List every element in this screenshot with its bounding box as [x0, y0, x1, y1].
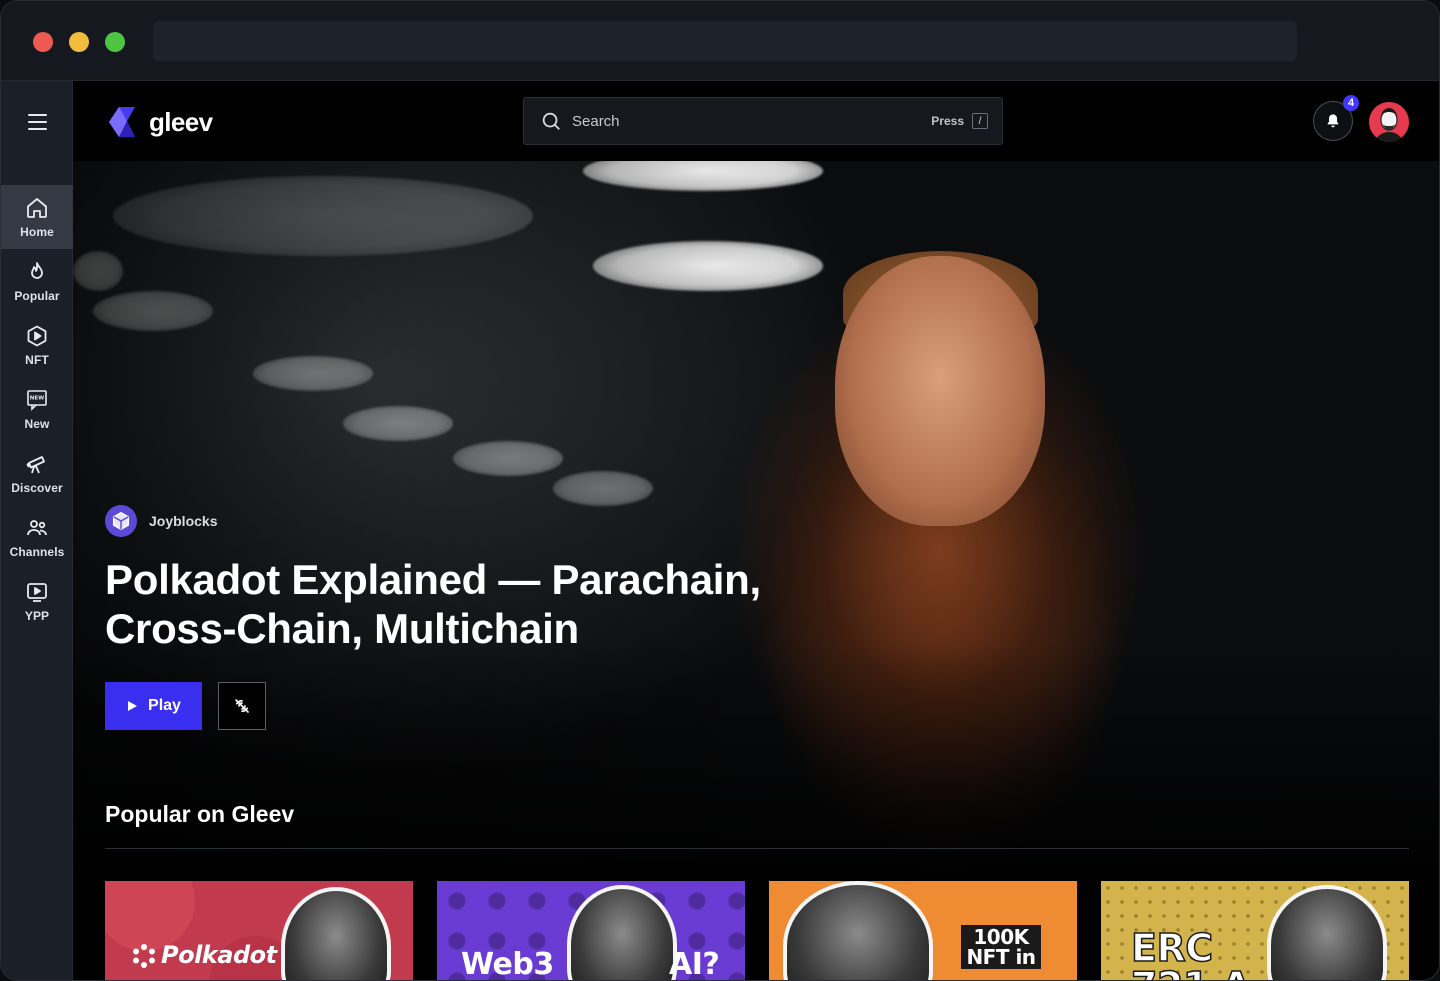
play-icon — [128, 701, 138, 711]
browser-titlebar — [1, 1, 1439, 81]
play-button[interactable]: Play — [105, 682, 202, 730]
video-play-icon — [27, 582, 47, 602]
thumbnail-text: Polkadot — [161, 941, 277, 969]
main-content: gleev Press / 4 — [73, 81, 1439, 981]
home-icon — [27, 197, 47, 218]
hamburger-menu-button[interactable] — [19, 107, 55, 137]
search-input[interactable] — [572, 112, 932, 130]
gleev-logo-icon — [109, 107, 135, 137]
sidebar-item-label: Popular — [14, 288, 60, 303]
sidebar-item-label: Discover — [11, 480, 63, 495]
channel-avatar — [105, 505, 137, 537]
svg-text:NEW: NEW — [30, 395, 44, 401]
sidebar-item-label: New — [24, 416, 50, 431]
sidebar-item-nft[interactable]: NFT — [1, 313, 73, 377]
sidebar-item-channels[interactable]: Channels — [1, 505, 73, 569]
sidebar-item-label: NFT — [25, 352, 49, 367]
search-icon — [542, 112, 560, 130]
thumbnail-text-left: Web3 — [461, 947, 554, 981]
address-bar[interactable] — [153, 21, 1297, 61]
video-thumbnail[interactable]: Web3 AI? — [437, 881, 745, 981]
thumbnail-text: ERC 721 A — [1130, 926, 1251, 980]
hero-channel[interactable]: Joyblocks — [105, 505, 217, 537]
sidebar-item-discover[interactable]: Discover — [1, 441, 73, 505]
telescope-icon — [26, 455, 45, 473]
user-avatar[interactable] — [1369, 102, 1409, 142]
section-title: Popular on Gleev — [105, 801, 295, 827]
avatar-portrait-icon — [1375, 108, 1403, 142]
sidebar-item-new[interactable]: NEW New — [1, 377, 73, 441]
gleev-logo[interactable]: gleev — [105, 105, 213, 139]
browser-window: Home Popular NFT NEW New Discover Channe… — [0, 0, 1440, 981]
video-thumbnail[interactable]: 100K NFT in — [769, 881, 1077, 980]
thumbnail-text-right: AI? — [669, 947, 720, 981]
minimize-window-button[interactable] — [69, 32, 89, 52]
play-hexagon-icon — [27, 325, 47, 346]
video-thumbnail-row: Polkadot Web3 AI? 100K NFT in ERC 721 A — [105, 881, 1409, 981]
close-window-button[interactable] — [33, 32, 53, 52]
top-header: gleev Press / 4 — [73, 81, 1439, 161]
sidebar-item-label: Channels — [9, 544, 65, 559]
hero-title: Polkadot Explained — Parachain, Cross-Ch… — [105, 556, 761, 652]
sidebar-item-ypp[interactable]: YPP — [1, 569, 73, 633]
new-badge-icon: NEW — [27, 389, 47, 411]
search-shortcut-key: / — [972, 113, 988, 129]
sidebar-item-popular[interactable]: Popular — [1, 249, 73, 313]
users-icon — [27, 519, 47, 535]
video-thumbnail[interactable]: ERC 721 A — [1101, 881, 1409, 980]
play-button-label: Play — [148, 697, 181, 714]
search-shortcut-label: Press — [931, 114, 964, 128]
cube-icon — [112, 512, 130, 530]
mute-button[interactable] — [218, 682, 266, 730]
sidebar-item-label: Home — [20, 224, 54, 239]
flame-icon — [31, 261, 43, 279]
video-thumbnail[interactable]: Polkadot — [105, 881, 413, 980]
sidebar: Home Popular NFT NEW New Discover Channe… — [1, 81, 73, 980]
search-bar[interactable]: Press / — [523, 97, 1003, 145]
sidebar-nav: Home Popular NFT NEW New Discover Channe… — [1, 185, 73, 633]
sidebar-item-home[interactable]: Home — [1, 185, 73, 249]
thumbnail-text: 100K NFT in — [961, 925, 1041, 969]
polkadot-logo-icon — [133, 944, 155, 968]
sidebar-item-label: YPP — [24, 608, 50, 623]
channel-name: Joyblocks — [149, 513, 218, 529]
notification-count-badge: 4 — [1343, 95, 1359, 111]
sound-off-icon — [235, 699, 249, 713]
bell-icon — [1327, 114, 1339, 128]
maximize-window-button[interactable] — [105, 32, 125, 52]
logo-text: gleev — [149, 106, 213, 137]
section-divider — [105, 848, 1409, 849]
